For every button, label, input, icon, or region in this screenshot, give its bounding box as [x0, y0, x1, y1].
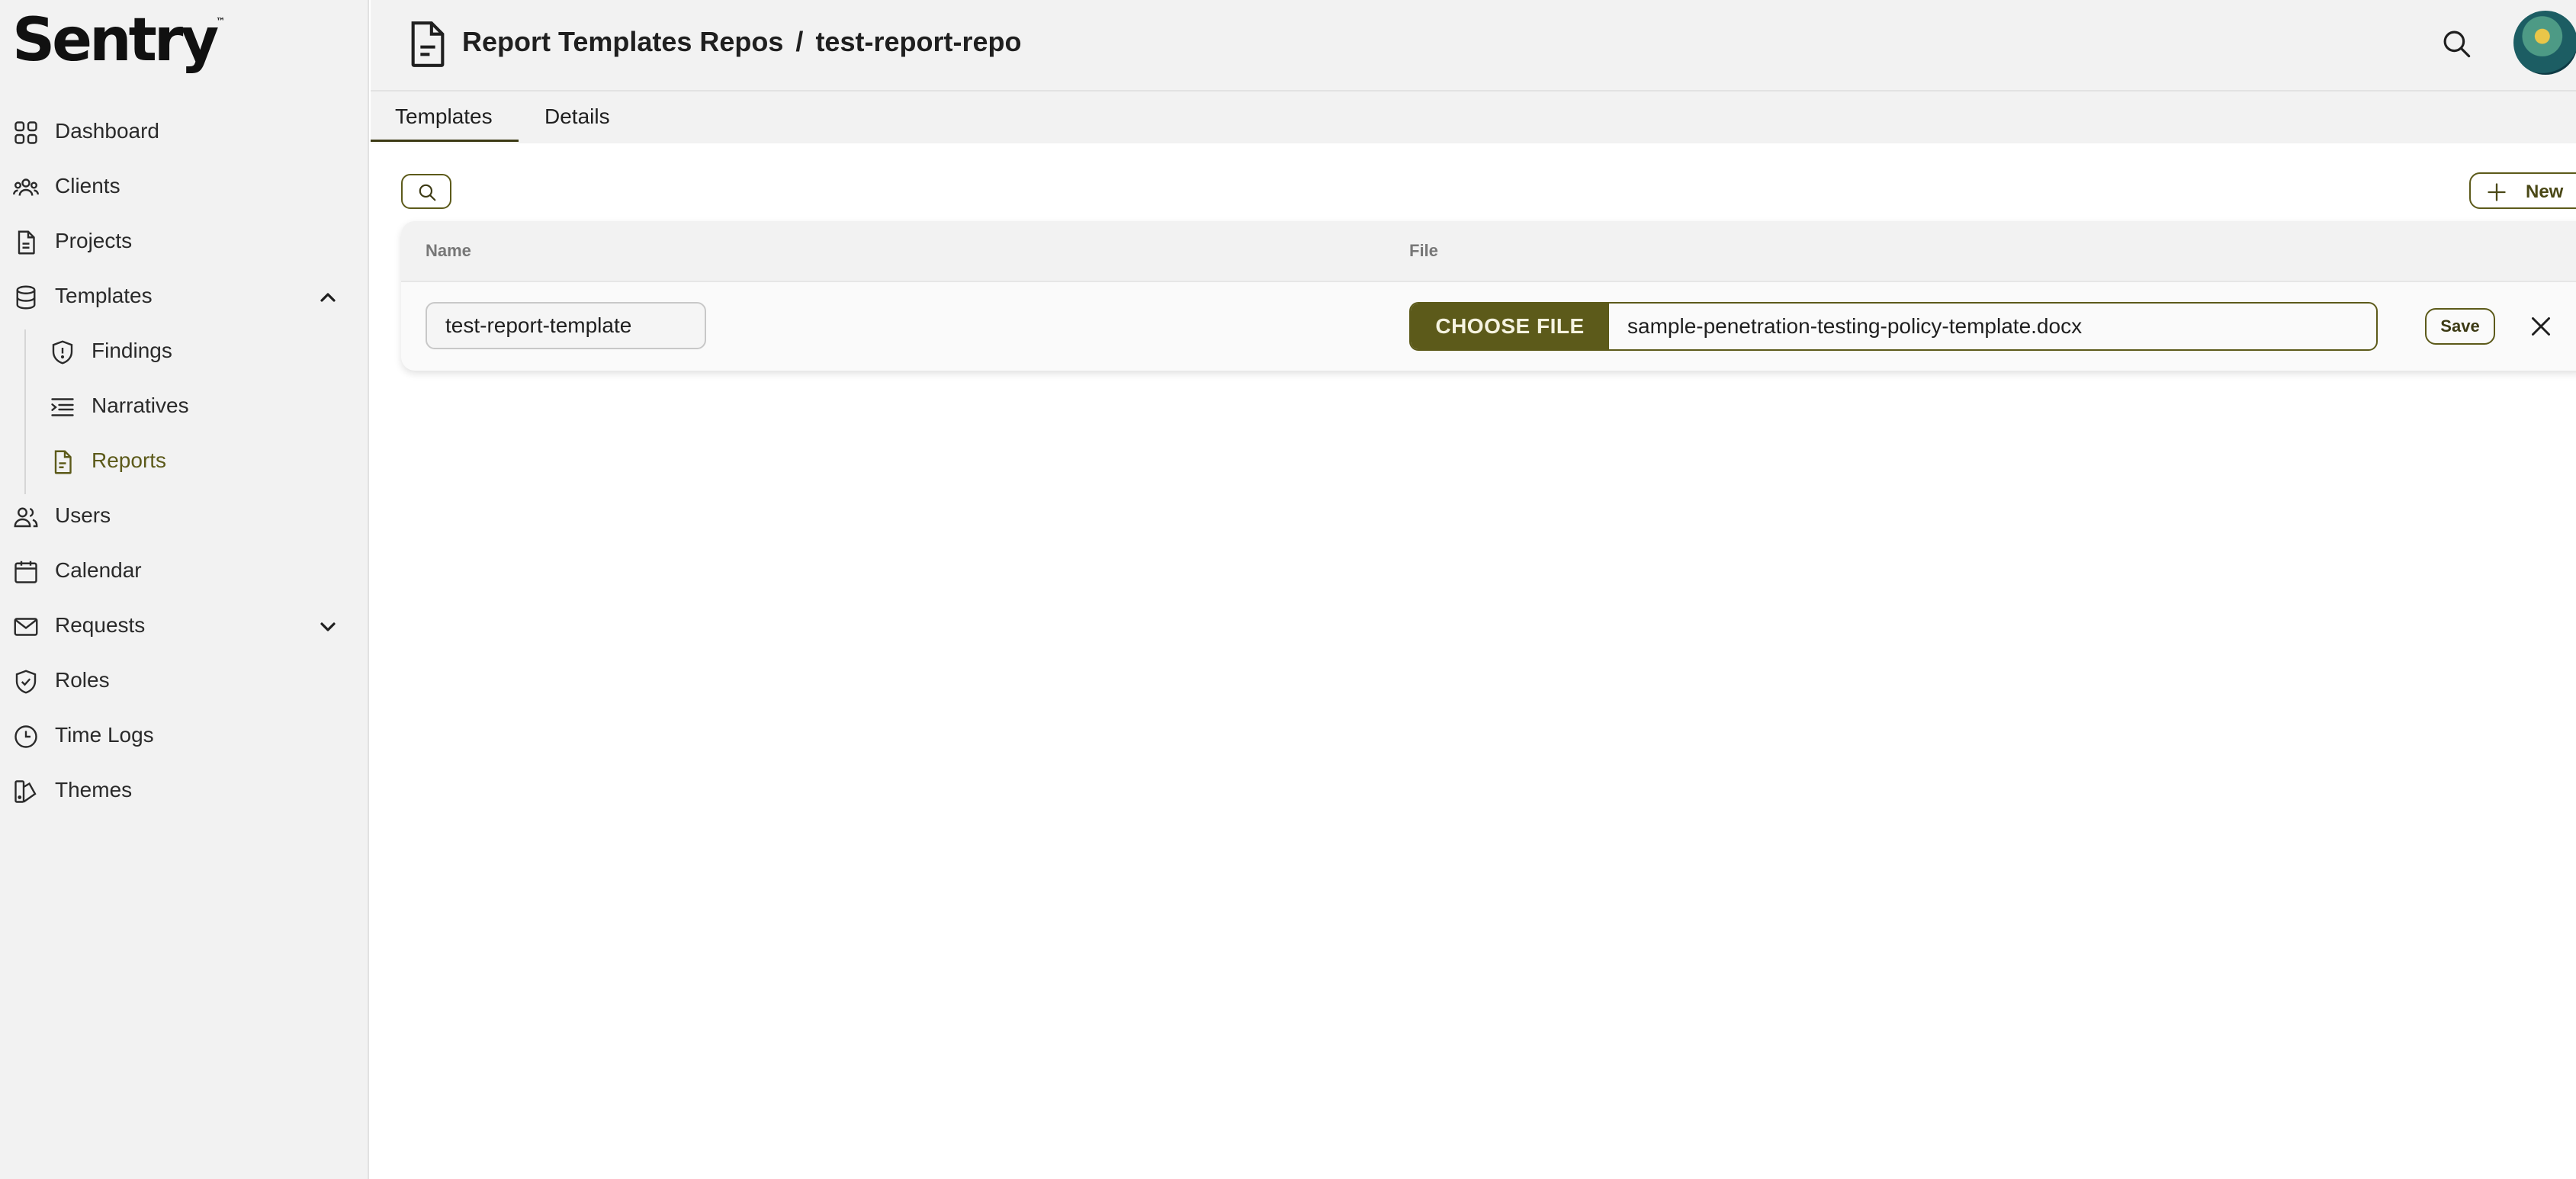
database-icon: [12, 284, 40, 311]
sidebar-item-findings[interactable]: Findings: [0, 323, 368, 378]
calendar-icon: [12, 558, 40, 586]
template-name-input[interactable]: [426, 302, 706, 349]
new-template-button[interactable]: New: [2469, 172, 2576, 209]
sidebar-item-label: Dashboard: [55, 119, 159, 143]
sidebar: Sentry™ Dashboard Clients Projects Templ…: [0, 0, 369, 1179]
sidebar-item-templates[interactable]: Templates: [0, 268, 368, 323]
close-icon[interactable]: [2527, 313, 2555, 340]
sidebar-item-label: Projects: [55, 229, 133, 252]
breadcrumb: Report Templates Repos / test-report-repo: [462, 26, 1021, 58]
sidebar-item-label: Themes: [55, 778, 133, 802]
sidebar-item-reports[interactable]: Reports: [0, 433, 368, 488]
sidebar-item-label: Narratives: [92, 394, 189, 417]
tab-details[interactable]: Details: [520, 92, 634, 142]
user-avatar[interactable]: [2513, 11, 2576, 75]
sidebar-item-calendar[interactable]: Calendar: [0, 543, 368, 598]
logo-text: Sentry: [12, 6, 219, 75]
table-search-button[interactable]: [401, 174, 451, 209]
sidebar-item-label: Users: [55, 503, 111, 527]
mail-icon: [12, 613, 40, 641]
templates-table: Name File CHOOSE FILE sample-penetration…: [401, 221, 2576, 371]
sidebar-item-requests[interactable]: Requests: [0, 598, 368, 653]
chevron-down-icon[interactable]: [316, 615, 340, 639]
chevron-up-icon[interactable]: [316, 285, 340, 310]
sidebar-item-roles[interactable]: Roles: [0, 653, 368, 708]
column-header-file: File: [1409, 241, 1438, 260]
shield-check-icon: [12, 668, 40, 696]
choose-file-button[interactable]: CHOOSE FILE: [1411, 304, 1609, 349]
tab-templates[interactable]: Templates: [371, 92, 519, 142]
sidebar-nav: Dashboard Clients Projects Templates Fin…: [0, 104, 368, 818]
table-header: Name File: [401, 221, 2576, 282]
new-button-label: New: [2526, 182, 2564, 202]
sidebar-item-label: Clients: [55, 174, 120, 198]
sidebar-item-dashboard[interactable]: Dashboard: [0, 104, 368, 159]
selected-file-name: sample-penetration-testing-policy-templa…: [1627, 314, 2083, 338]
projects-doc-icon: [12, 229, 40, 256]
document-icon: [406, 20, 450, 69]
logo-trademark: ™: [216, 16, 226, 27]
list-indent-icon: [49, 394, 76, 421]
file-upload-field[interactable]: CHOOSE FILE sample-penetration-testing-p…: [1409, 302, 2378, 351]
sidebar-item-label: Calendar: [55, 558, 142, 582]
page-header: Report Templates Repos / test-report-repo: [371, 0, 2576, 92]
sidebar-item-label: Roles: [55, 668, 110, 692]
breadcrumb-parent-link[interactable]: Report Templates Repos: [462, 26, 783, 57]
plus-icon: [2488, 183, 2506, 201]
sidebar-item-projects[interactable]: Projects: [0, 214, 368, 268]
column-header-name: Name: [426, 241, 471, 260]
breadcrumb-current: test-report-repo: [815, 26, 1022, 57]
sidebar-item-narratives[interactable]: Narratives: [0, 378, 368, 433]
sidebar-item-label: Time Logs: [55, 723, 154, 747]
sidebar-item-time-logs[interactable]: Time Logs: [0, 708, 368, 763]
global-search-icon[interactable]: [2440, 27, 2472, 59]
save-button[interactable]: Save: [2425, 308, 2495, 345]
dashboard-grid-icon: [12, 119, 40, 146]
users-icon: [12, 503, 40, 531]
clients-group-icon: [12, 174, 40, 201]
sidebar-item-label: Requests: [55, 613, 146, 637]
sidebar-item-clients[interactable]: Clients: [0, 159, 368, 214]
search-icon: [419, 184, 436, 201]
palette-icon: [12, 778, 40, 805]
sidebar-item-themes[interactable]: Themes: [0, 763, 368, 818]
sidebar-item-label: Reports: [92, 448, 167, 472]
clock-icon: [12, 723, 40, 750]
shield-alert-icon: [49, 339, 76, 366]
report-doc-icon: [49, 448, 76, 476]
sidebar-item-users[interactable]: Users: [0, 488, 368, 543]
sidebar-item-label: Findings: [92, 339, 172, 362]
tab-bar: Templates Details: [371, 92, 2576, 143]
breadcrumb-separator: /: [795, 26, 804, 57]
sidebar-item-label: Templates: [55, 284, 153, 307]
sentry-logo[interactable]: Sentry™: [12, 11, 225, 70]
